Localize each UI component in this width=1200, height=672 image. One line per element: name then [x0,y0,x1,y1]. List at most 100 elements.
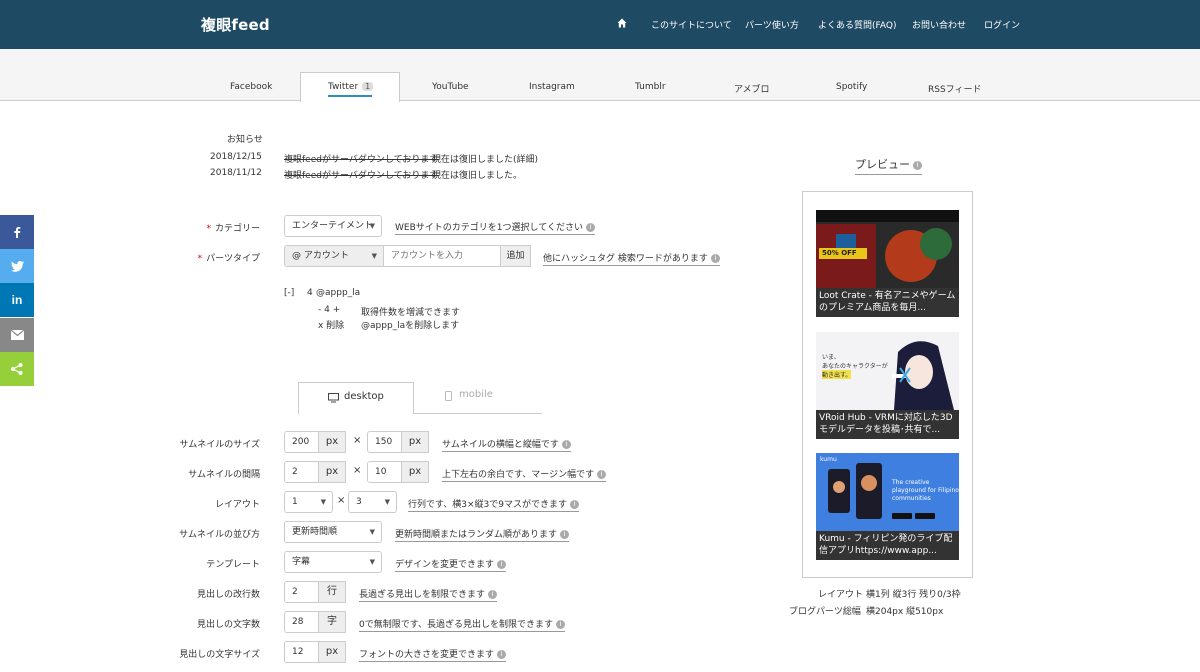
notice-text: 現在は復旧しました。 [432,171,523,181]
thumb-width-input[interactable] [284,431,319,453]
heading-lines-hint-text: 長過ぎる見出しを制限できます [359,590,486,600]
layout-label: レイアウト [214,500,260,510]
times-symbol: × [337,495,346,506]
delete-account-hint: @appp_laを削除します [361,321,460,331]
share-twitter[interactable] [0,249,34,283]
account-count: 4 [307,288,313,298]
info-icon[interactable]: i [561,440,571,449]
nav-faq[interactable]: よくある質問(FAQ) [818,18,896,31]
layout-hint-text: 行列です、横3×縦3で9マスができます [408,500,568,510]
layout-rows-value: 3 [356,497,362,507]
tab-mobile-label: mobile [459,389,493,400]
preview-card[interactable]: いま、 あなたのキャラクターが 動き出す。 VRoid Hub - VRMに対応… [816,332,959,439]
sort-select[interactable]: 更新時間順 ▼ [284,521,382,543]
heading-chars-hint: 0で無制限です、長過ぎる見出しを制限できます i [359,617,566,632]
info-icon[interactable]: i [560,530,570,539]
card-thumbnail-text: 50% OFF [822,249,857,257]
info-icon[interactable]: i [497,560,507,569]
template-hint: デザインを変更できます i [395,557,507,572]
layout-hint: 行列です、横3×縦3で9マスができます i [408,497,580,512]
info-icon[interactable]: i [597,470,607,479]
notice-text[interactable]: 現在は復旧しました(詳細) [432,152,538,165]
card-caption: Kumu - フィリピン発のライブ配信アプリhttps://www.app... [816,531,959,560]
unit-addon: 行 [318,581,346,603]
share-facebook[interactable] [0,215,34,249]
parts-type-value: @ アカウント [292,251,349,261]
twitter-icon [10,260,24,272]
facebook-icon [14,227,21,238]
parts-type-select[interactable]: @ アカウント ▼ [284,245,384,267]
account-input[interactable] [383,245,501,267]
tab-tumblr[interactable]: Tumblr [635,82,666,92]
thumb-margin-input[interactable] [367,461,402,483]
layout-cols-select[interactable]: 1 ▼ [284,491,333,513]
parts-type-hint-text[interactable]: 他にハッシュタグ 検索ワードがあります [543,254,708,264]
template-label: テンプレート [206,560,260,570]
tab-twitter[interactable]: Twitter 1 [328,82,374,92]
tab-spotify[interactable]: Spotify [836,82,867,92]
tab-youtube[interactable]: YouTube [432,82,469,92]
tab-rss[interactable]: RSSフィード [928,82,982,95]
info-icon[interactable]: i [556,620,566,629]
tab-desktop[interactable]: desktop [298,382,414,414]
home-icon[interactable] [617,18,627,28]
card-caption: VRoid Hub - VRMに対応した3Dモデルデータを投稿･共有で... [816,410,959,439]
unit-addon: px [318,641,346,663]
info-icon[interactable]: i [570,500,580,509]
heading-font-size-input[interactable] [284,641,319,663]
monitor-icon [328,393,339,403]
share-icon [11,363,23,375]
site-logo[interactable]: 複眼feed [201,14,270,35]
info-icon[interactable]: i [497,650,507,659]
category-hint: WEBサイトのカテゴリを1つ選択してください i [395,220,595,235]
tab-twitter-label: Twitter [328,82,359,92]
share-more[interactable] [0,352,34,386]
heading-chars-input[interactable] [284,611,319,633]
chevron-down-icon: ▼ [320,498,326,506]
tab-ameblo[interactable]: アメブロ [734,82,770,95]
tab-instagram[interactable]: Instagram [529,82,575,92]
count-stepper[interactable]: - 4 + [318,305,340,315]
thumb-size-hint: サムネイルの横幅と縦幅です i [442,437,571,452]
add-account-button[interactable]: 追加 [500,245,531,267]
info-icon[interactable]: i [913,161,922,170]
info-icon[interactable]: i [585,223,595,232]
nav-contact[interactable]: お問い合わせ [912,18,966,31]
card-thumbnail-text: 動き出す。 [822,370,852,379]
mail-icon [10,330,24,340]
unit-addon: px [318,461,346,483]
notice-date: 2018/11/12 [210,168,262,178]
parts-type-hint: 他にハッシュタグ 検索ワードがあります i [543,251,720,266]
preview-card[interactable]: 50% OFF Loot Crate - 有名アニメやゲームのプレミアム商品を毎… [816,210,959,317]
account-collapse-toggle[interactable]: [-] [284,288,294,298]
nav-how-to[interactable]: パーツ使い方 [745,18,799,31]
template-select[interactable]: 字幕 ▼ [284,551,382,573]
preview-size-value: 横204px 縦510px [866,607,944,617]
layout-rows-select[interactable]: 3 ▼ [348,491,397,513]
chevron-down-icon: ▼ [369,558,375,566]
unit-addon: 字 [318,611,346,633]
category-label: * カテゴリー [180,221,260,234]
tab-facebook[interactable]: Facebook [230,82,272,92]
chevron-down-icon: ▼ [369,528,375,536]
nav-login[interactable]: ログイン [984,18,1020,31]
chevron-down-icon: ▼ [371,252,377,260]
info-icon[interactable]: i [710,254,720,263]
notice-struck-text: 複眼feedがサーバダウンしております [284,155,439,165]
tab-desktop-label: desktop [344,391,384,402]
share-linkedin[interactable]: in [0,283,34,317]
thumb-spacing-hint-text: 上下左右の余白です、マージン幅です [442,470,595,480]
thumb-height-input[interactable] [367,431,402,453]
count-stepper-hint: 取得件数を増減できます [361,308,461,318]
share-mail[interactable] [0,318,34,352]
thumb-spacing-input[interactable] [284,461,319,483]
thumb-size-hint-text: サムネイルの横幅と縦幅です [442,440,559,450]
nav-about[interactable]: このサイトについて [651,18,732,31]
category-select[interactable]: エンターテイメント ▼ [284,215,382,237]
notice-struck-text: 複眼feedがサーバダウンしております [284,171,439,181]
preview-card[interactable]: kumu The creative playground for Filipin… [816,453,959,560]
heading-lines-input[interactable] [284,581,319,603]
info-icon[interactable]: i [488,590,498,599]
mobile-icon [445,391,452,401]
delete-account-button[interactable]: x 削除 [318,318,344,331]
